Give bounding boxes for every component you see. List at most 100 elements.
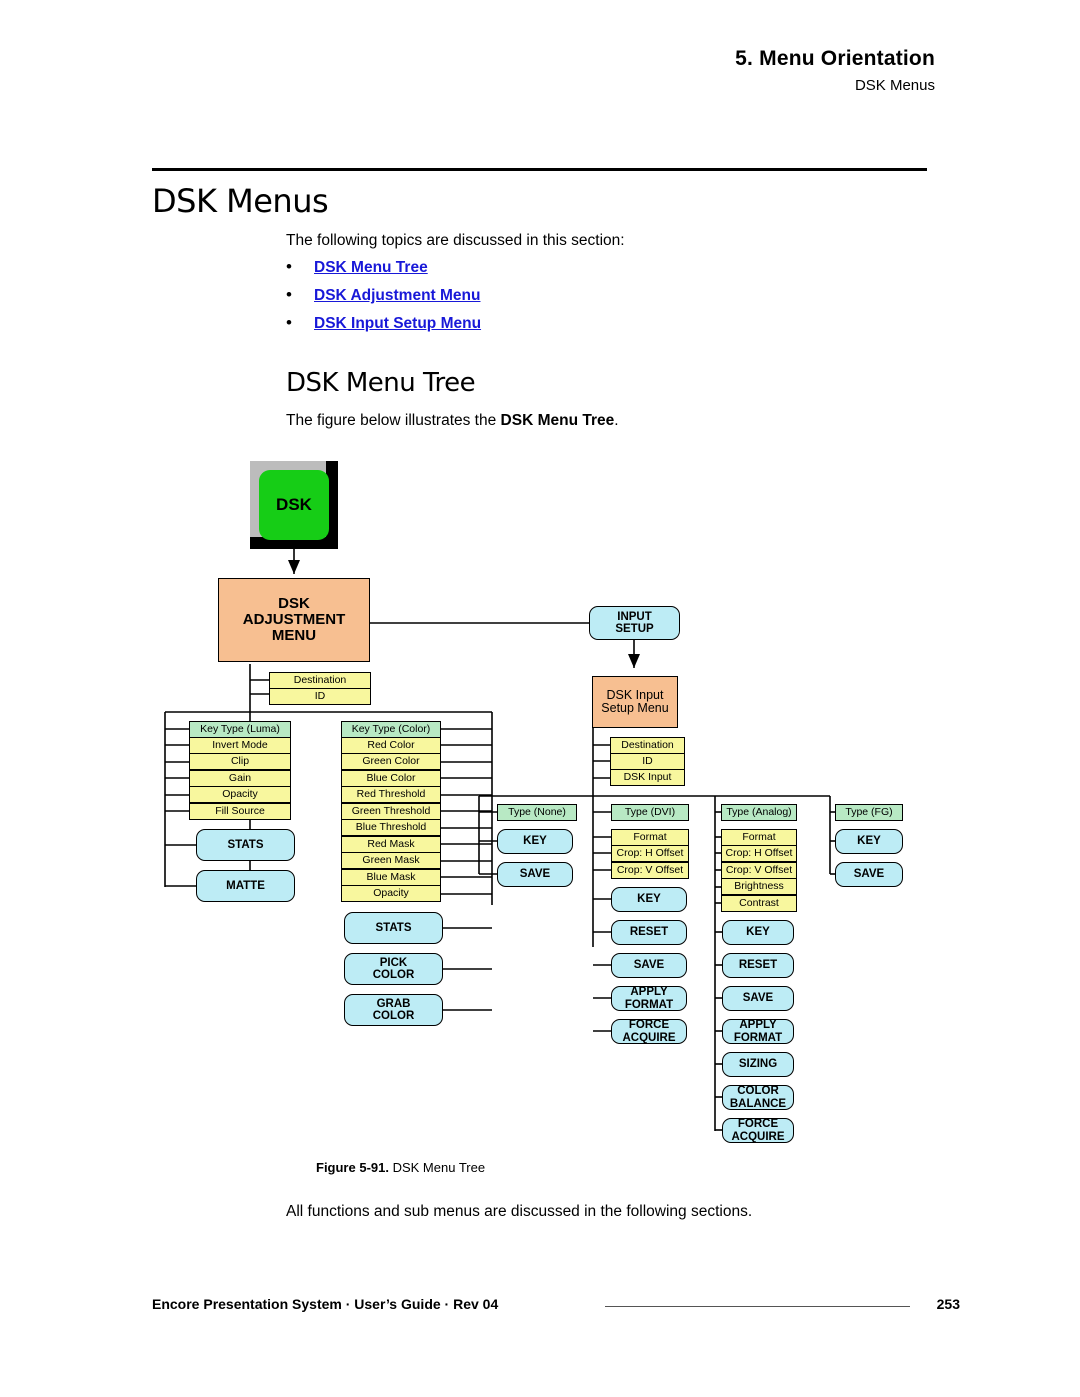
node-label: SIZING: [738, 1058, 778, 1071]
node-label: SAVE: [519, 868, 551, 881]
node-type-none-head[interactable]: Type (None): [497, 804, 577, 821]
node-label: Red Threshold: [356, 787, 426, 800]
node-label: Green Color: [362, 754, 420, 767]
node-analog-save-button[interactable]: SAVE: [722, 986, 794, 1011]
node-dvi-crop-h-offset[interactable]: Crop: H Offset: [611, 845, 689, 862]
node-input-param-destination[interactable]: Destination: [610, 737, 685, 754]
key-cap: DSK: [259, 470, 329, 540]
node-color-blue-threshold[interactable]: Blue Threshold: [341, 819, 441, 836]
node-color-blue-color[interactable]: Blue Color: [341, 770, 441, 787]
node-adj-param-destination[interactable]: Destination: [269, 672, 371, 689]
node-label-line1: FORCE: [628, 1019, 670, 1032]
node-color-green-threshold[interactable]: Green Threshold: [341, 803, 441, 820]
node-luma-clip[interactable]: Clip: [189, 753, 291, 770]
node-label: RESET: [738, 959, 778, 972]
node-dvi-key-button[interactable]: KEY: [611, 887, 687, 912]
node-label-line2: ADJUSTMENT: [242, 610, 346, 628]
node-analog-crop-h-offset[interactable]: Crop: H Offset: [721, 845, 797, 862]
node-label: Brightness: [734, 879, 784, 892]
node-label: Type (Analog): [726, 805, 792, 818]
node-label-line1: APPLY: [630, 986, 668, 999]
node-label: KEY: [637, 893, 661, 906]
node-label-line3: MENU: [271, 627, 317, 645]
node-color-pick-color-button[interactable]: PICK COLOR: [344, 953, 443, 985]
node-input-param-dsk-input[interactable]: DSK Input: [610, 769, 685, 786]
node-input-setup-button[interactable]: INPUT SETUP: [589, 606, 680, 640]
page-number: 253: [936, 1296, 960, 1312]
node-label-line1: COLOR: [737, 1085, 779, 1098]
node-label: ID: [642, 754, 653, 767]
node-analog-contrast[interactable]: Contrast: [721, 895, 797, 912]
node-label-line2: Setup Menu: [601, 701, 669, 715]
node-fg-save-button[interactable]: SAVE: [835, 862, 903, 887]
node-type-none-save-button[interactable]: SAVE: [497, 862, 573, 887]
node-luma-stats-button[interactable]: STATS: [196, 829, 295, 861]
node-analog-force-acquire-button[interactable]: FORCE ACQUIRE: [722, 1118, 794, 1143]
arrow-head: [288, 560, 300, 574]
node-color-red-threshold[interactable]: Red Threshold: [341, 786, 441, 803]
node-adj-param-id[interactable]: ID: [269, 688, 371, 705]
node-dvi-format[interactable]: Format: [611, 829, 689, 846]
node-label: Green Mask: [362, 853, 420, 866]
node-dvi-apply-format-button[interactable]: APPLY FORMAT: [611, 986, 687, 1011]
node-dsk-input-setup-menu[interactable]: DSK Input Setup Menu: [592, 676, 678, 728]
node-label-line2: COLOR: [372, 1010, 415, 1022]
node-luma-invert-mode[interactable]: Invert Mode: [189, 737, 291, 754]
node-color-grab-color-button[interactable]: GRAB COLOR: [344, 994, 443, 1026]
dsk-menu-tree-diagram: DSK DSK ADJUSTMENT MENU Destination ID I…: [0, 0, 1080, 1397]
node-input-param-id[interactable]: ID: [610, 753, 685, 770]
node-dvi-save-button[interactable]: SAVE: [611, 953, 687, 978]
node-analog-apply-format-button[interactable]: APPLY FORMAT: [722, 1019, 794, 1044]
node-dvi-crop-v-offset[interactable]: Crop: V Offset: [611, 862, 689, 879]
node-label-line1: PICK: [379, 956, 408, 969]
node-label: Contrast: [739, 896, 779, 909]
node-key-type-color-head[interactable]: Key Type (Color): [341, 721, 441, 738]
node-analog-sizing-button[interactable]: SIZING: [722, 1052, 794, 1077]
node-type-dvi-head[interactable]: Type (DVI): [611, 804, 689, 821]
node-label: Red Color: [367, 738, 415, 751]
node-analog-format[interactable]: Format: [721, 829, 797, 846]
footer-divider: [605, 1306, 910, 1307]
node-type-none-key-button[interactable]: KEY: [497, 829, 573, 854]
node-luma-matte-button[interactable]: MATTE: [196, 870, 295, 902]
node-dvi-reset-button[interactable]: RESET: [611, 920, 687, 945]
node-color-red-mask[interactable]: Red Mask: [341, 836, 441, 853]
figure-caption-text: DSK Menu Tree: [392, 1160, 486, 1175]
node-label: Green Threshold: [351, 804, 431, 817]
node-label: Destination: [293, 673, 347, 686]
node-color-blue-mask[interactable]: Blue Mask: [341, 869, 441, 886]
node-luma-opacity[interactable]: Opacity: [189, 786, 291, 803]
node-label: KEY: [857, 835, 881, 848]
node-label: Blue Mask: [366, 870, 416, 883]
node-analog-reset-button[interactable]: RESET: [722, 953, 794, 978]
figure-caption: Figure 5-91. DSK Menu Tree: [316, 1160, 485, 1175]
node-dsk-adjustment-menu[interactable]: DSK ADJUSTMENT MENU: [218, 578, 370, 662]
dsk-hardware-key[interactable]: DSK: [250, 461, 338, 549]
node-label-line2: FORMAT: [733, 1031, 783, 1044]
node-analog-crop-v-offset[interactable]: Crop: V Offset: [721, 862, 797, 879]
node-type-analog-head[interactable]: Type (Analog): [721, 804, 797, 821]
node-color-red-color[interactable]: Red Color: [341, 737, 441, 754]
node-color-opacity[interactable]: Opacity: [341, 885, 441, 902]
node-label-line2: SETUP: [615, 623, 654, 635]
node-label: Opacity: [222, 787, 258, 800]
node-luma-fill-source[interactable]: Fill Source: [189, 803, 291, 820]
arrow-head: [628, 654, 640, 668]
node-color-green-mask[interactable]: Green Mask: [341, 852, 441, 869]
node-label: Clip: [230, 754, 250, 767]
node-color-green-color[interactable]: Green Color: [341, 753, 441, 770]
node-analog-brightness[interactable]: Brightness: [721, 878, 797, 895]
node-analog-key-button[interactable]: KEY: [722, 920, 794, 945]
node-label: Blue Threshold: [355, 820, 427, 833]
node-label-line2: ACQUIRE: [731, 1130, 785, 1143]
node-dvi-force-acquire-button[interactable]: FORCE ACQUIRE: [611, 1019, 687, 1044]
node-key-type-luma-head[interactable]: Key Type (Luma): [189, 721, 291, 738]
node-label: Fill Source: [215, 804, 265, 817]
node-label: Crop: H Offset: [616, 846, 684, 859]
node-color-stats-button[interactable]: STATS: [344, 912, 443, 944]
node-fg-key-button[interactable]: KEY: [835, 829, 903, 854]
node-analog-color-balance-button[interactable]: COLOR BALANCE: [722, 1085, 794, 1110]
node-label: Format: [633, 830, 667, 843]
node-type-fg-head[interactable]: Type (FG): [835, 804, 903, 821]
node-luma-gain[interactable]: Gain: [189, 770, 291, 787]
